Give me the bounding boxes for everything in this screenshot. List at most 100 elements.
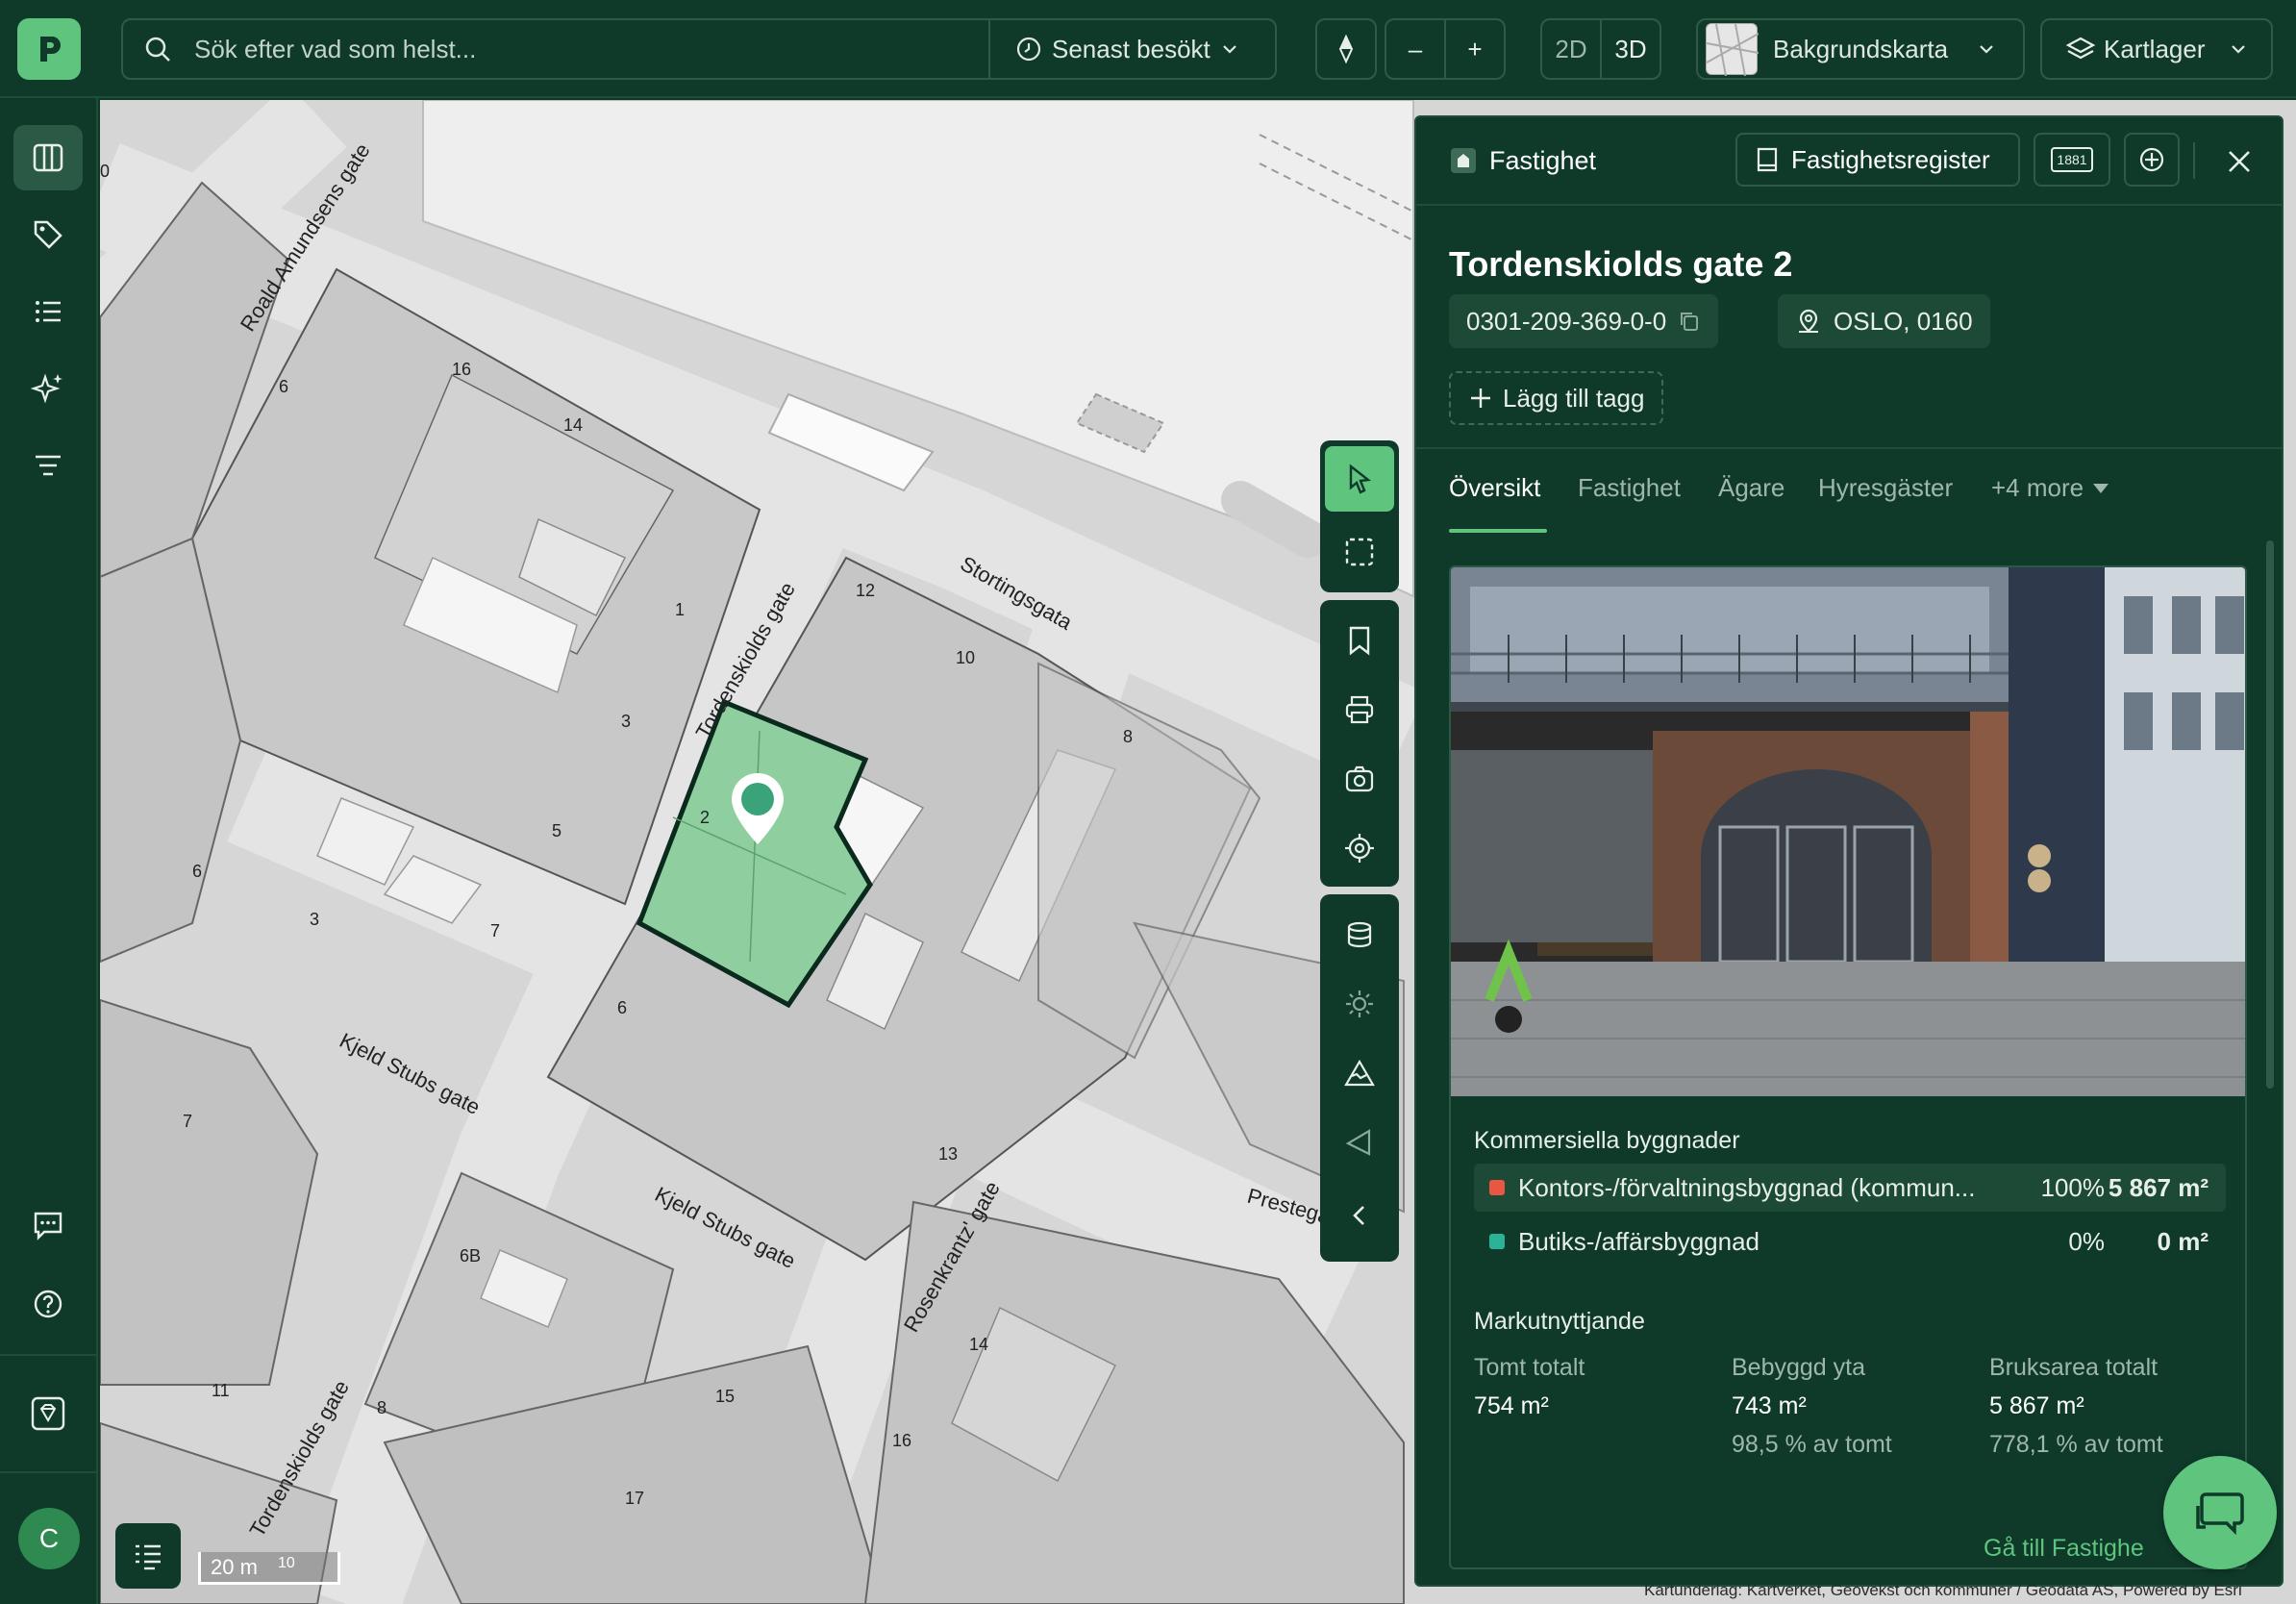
phonebook-button[interactable]: 1881 xyxy=(2034,133,2110,187)
add-tag-button[interactable]: Lägg till tagg xyxy=(1449,371,1664,425)
basemap-thumbnail xyxy=(1706,23,1759,77)
sun-icon xyxy=(1346,990,1373,1017)
locate-button[interactable] xyxy=(1325,815,1394,881)
property-panel: Fastighet Fastighetsregister 1881 Torden… xyxy=(1414,115,2284,1587)
house-number: 14 xyxy=(563,415,584,435)
building-row[interactable]: Butiks-/affärsbyggnad 0% 0 m² xyxy=(1474,1217,2226,1266)
marquee-icon xyxy=(1345,538,1374,566)
scale-label: 20 m xyxy=(211,1555,258,1579)
pointer-tool[interactable] xyxy=(1325,446,1394,512)
chevron-down-icon xyxy=(1223,45,1236,54)
search-bar[interactable]: Sök efter vad som helst... Senast besökt xyxy=(121,18,1277,80)
bookmark-button[interactable] xyxy=(1325,608,1394,673)
logo-icon xyxy=(40,37,61,62)
search-input[interactable]: Sök efter vad som helst... xyxy=(194,35,476,64)
close-button[interactable] xyxy=(2218,140,2260,183)
left-rail: C xyxy=(0,98,98,1604)
house-number: 6 xyxy=(279,377,289,396)
tabs-divider xyxy=(1416,447,2282,449)
rail-map[interactable] xyxy=(13,125,83,190)
house-number: 3 xyxy=(621,712,632,731)
tab-agare[interactable]: Ägare xyxy=(1718,473,1784,503)
tab-fastighet[interactable]: Fastighet xyxy=(1578,473,1681,503)
rail-ai[interactable] xyxy=(13,356,83,421)
map-icon xyxy=(33,143,63,172)
house-number: 2 xyxy=(700,808,711,827)
mode-3d-button[interactable]: 3D xyxy=(1600,18,1661,80)
bookmark-icon xyxy=(1349,626,1370,656)
zoom-in-button[interactable]: + xyxy=(1444,18,1506,80)
register-button[interactable]: Fastighetsregister xyxy=(1735,133,2020,187)
compass-button[interactable] xyxy=(1315,18,1377,80)
gem-icon xyxy=(31,1396,65,1431)
rail-tags[interactable] xyxy=(13,202,83,267)
measure-button[interactable] xyxy=(1325,1110,1394,1175)
tab-oversikt[interactable]: Översikt xyxy=(1449,473,1540,503)
book-icon xyxy=(1757,147,1778,172)
caret-down-icon xyxy=(2093,483,2109,493)
zoom-out-button[interactable]: – xyxy=(1385,18,1446,80)
house-number: 10 xyxy=(956,648,976,667)
rail-help[interactable] xyxy=(13,1271,83,1337)
building-color-dot xyxy=(1489,1180,1505,1195)
building-name: Kontors-/förvaltningsbyggnad (kommun... xyxy=(1518,1172,1976,1202)
location-pin-icon[interactable] xyxy=(727,769,788,850)
legend-icon xyxy=(136,1544,161,1570)
rail-upgrade[interactable] xyxy=(13,1381,83,1446)
building-row[interactable]: Kontors-/förvaltningsbyggnad (kommun... … xyxy=(1474,1164,2226,1212)
support-chat-button[interactable] xyxy=(2163,1456,2277,1569)
printer-icon xyxy=(1345,695,1374,724)
stat-sub: 98,5 % av tomt xyxy=(1732,1431,1892,1458)
location-chip[interactable]: OSLO, 0160 xyxy=(1778,294,1990,348)
compass-icon xyxy=(1338,35,1354,63)
house-number: 14 xyxy=(969,1335,989,1354)
stat-value: 754 m² xyxy=(1474,1392,1549,1419)
data-layer-button[interactable] xyxy=(1325,902,1394,967)
house-number: 15 xyxy=(715,1387,736,1406)
house-number: 7 xyxy=(490,921,501,940)
house-number: 12 xyxy=(856,581,876,600)
stat-label: Bruksarea totalt xyxy=(1989,1354,2159,1381)
help-icon xyxy=(34,1290,62,1318)
commercial-title: Kommersiella byggnader xyxy=(1474,1127,1740,1154)
building-name: Butiks-/affärsbyggnad xyxy=(1518,1226,1759,1256)
print-button[interactable] xyxy=(1325,677,1394,742)
rail-lists[interactable] xyxy=(13,279,83,344)
legend-button[interactable] xyxy=(115,1523,181,1589)
house-number: 11 xyxy=(212,1381,230,1400)
center-on-map-button[interactable] xyxy=(2124,133,2180,187)
go-to-property-link[interactable]: Gå till Fastighe xyxy=(1984,1535,2144,1563)
chevron-down-icon xyxy=(2232,45,2245,54)
house-number: 16 xyxy=(892,1431,912,1450)
terrain-button[interactable] xyxy=(1325,1040,1394,1106)
layers-dropdown[interactable]: Kartlager xyxy=(2040,18,2273,80)
property-title: Tordenskiolds gate 2 xyxy=(1449,244,1793,284)
header-divider xyxy=(2193,142,2195,179)
collapse-toolbar-button[interactable] xyxy=(1325,1183,1394,1248)
mode-2d-button[interactable]: 2D xyxy=(1540,18,1602,80)
tab-hyresgaster[interactable]: Hyresgäster xyxy=(1818,473,1953,503)
map-view-tools xyxy=(1320,894,1399,1262)
camera-button[interactable] xyxy=(1325,746,1394,812)
search-divider xyxy=(988,20,990,78)
building-photo[interactable] xyxy=(1451,567,2245,1096)
copy-icon[interactable] xyxy=(1678,310,1701,333)
scale-bar: 20 m 10 xyxy=(198,1552,340,1585)
sun-button[interactable] xyxy=(1325,971,1394,1037)
list-icon xyxy=(36,301,61,322)
tab-more-label: +4 more xyxy=(1991,473,2084,502)
app-logo[interactable] xyxy=(17,18,81,80)
recent-dropdown[interactable]: Senast besökt xyxy=(1015,35,1239,64)
land-use-title: Markutnyttjande xyxy=(1474,1308,1645,1335)
area-select-tool[interactable] xyxy=(1325,519,1394,585)
house-number: 0 xyxy=(100,162,111,181)
tab-more[interactable]: +4 more xyxy=(1991,473,2110,503)
panel-scrollbar[interactable] xyxy=(2266,540,2274,1089)
selection-tools xyxy=(1320,440,1399,592)
rail-chat[interactable] xyxy=(13,1192,83,1258)
basemap-dropdown[interactable]: Bakgrundskarta xyxy=(1696,18,2025,80)
avatar[interactable]: C xyxy=(18,1508,80,1569)
stat-value: 743 m² xyxy=(1732,1392,1807,1419)
property-id-chip[interactable]: 0301-209-369-0-0 xyxy=(1449,294,1719,348)
rail-filter[interactable] xyxy=(13,433,83,498)
